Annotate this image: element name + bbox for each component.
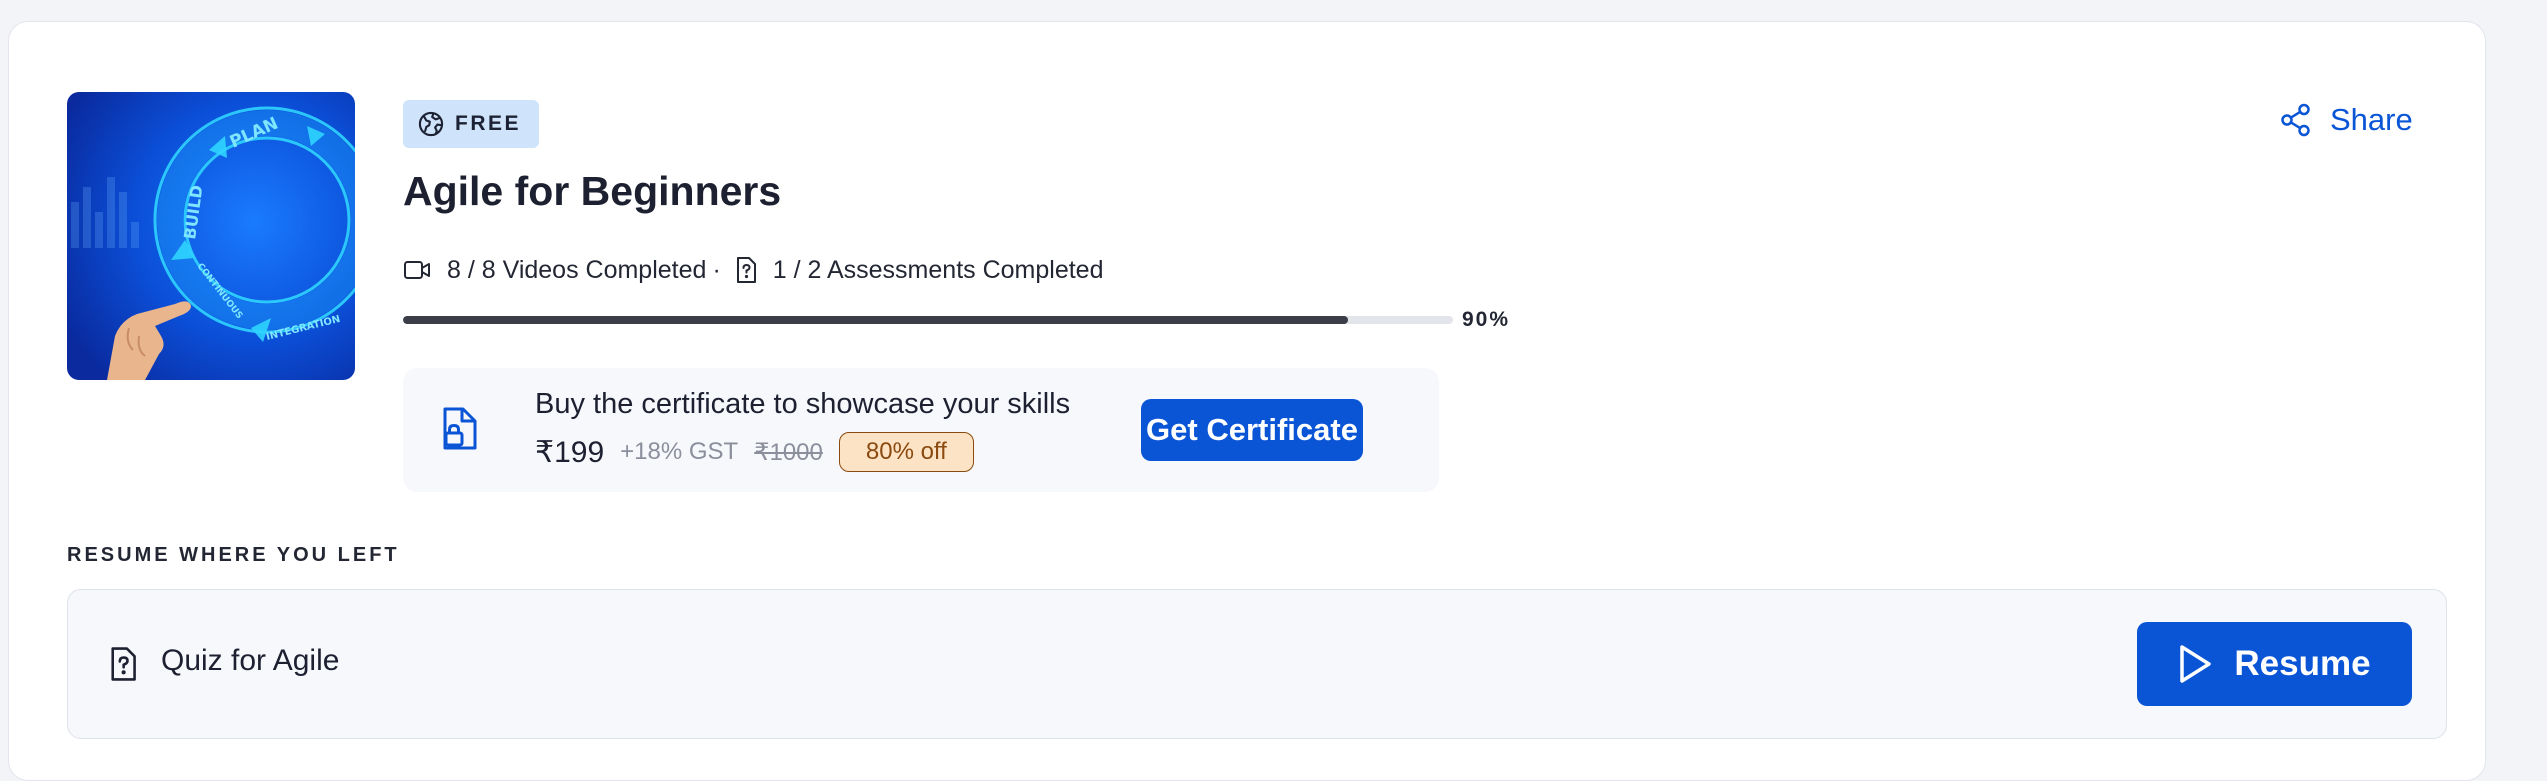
- certificate-price: ₹199: [535, 435, 605, 469]
- course-thumbnail-image: PLAN BUILD CONTINUOUS INTEGRATION: [67, 92, 355, 380]
- resume-button-label: Resume: [2234, 644, 2371, 683]
- quiz-document-icon: [108, 646, 138, 687]
- discount-badge: 80% off: [838, 432, 974, 472]
- certificate-price-row: ₹199 +18% GST ₹1000 80% off: [535, 432, 974, 472]
- share-icon: [2280, 103, 2312, 137]
- quiz-document-icon: [735, 256, 757, 284]
- resume-button[interactable]: Resume: [2137, 622, 2412, 706]
- certificate-gst: +18% GST: [620, 438, 739, 465]
- badge-label: FREE: [455, 112, 522, 135]
- locked-document-icon: [439, 406, 479, 457]
- videos-completed-text: 8 / 8 Videos Completed: [447, 255, 707, 284]
- share-label: Share: [2330, 102, 2413, 137]
- free-badge: FREE: [403, 100, 540, 148]
- course-progress-meta: 8 / 8 Videos Completed · 1 / 2 Assessmen…: [403, 252, 1103, 288]
- certificate-heading: Buy the certificate to showcase your ski…: [535, 388, 1071, 420]
- course-progress-fill: [403, 316, 1348, 324]
- course-card: PLAN BUILD CONTINUOUS INTEGRATION FREE A…: [8, 21, 2486, 781]
- course-title: Agile for Beginners: [403, 168, 782, 214]
- get-certificate-button[interactable]: Get Certificate: [1141, 399, 1363, 461]
- certificate-original-price: ₹1000: [754, 438, 823, 466]
- course-progress-label: 90%: [1462, 308, 1511, 331]
- resume-item-title: Quiz for Agile: [161, 644, 340, 677]
- course-thumbnail[interactable]: PLAN BUILD CONTINUOUS INTEGRATION: [67, 92, 355, 380]
- meta-separator: ·: [712, 255, 721, 284]
- assessments-completed-text: 1 / 2 Assessments Completed: [772, 255, 1104, 284]
- share-button[interactable]: Share: [2280, 102, 2413, 138]
- video-camera-icon: [403, 259, 431, 281]
- certificate-promo: Buy the certificate to showcase your ski…: [403, 368, 1439, 492]
- play-icon: [2178, 644, 2212, 684]
- resume-item-card[interactable]: Quiz for Agile Resume: [67, 589, 2447, 739]
- resume-section-label: RESUME WHERE YOU LEFT: [67, 544, 400, 566]
- course-progress-bar: [403, 316, 1453, 324]
- globe-badge-icon: [417, 110, 445, 138]
